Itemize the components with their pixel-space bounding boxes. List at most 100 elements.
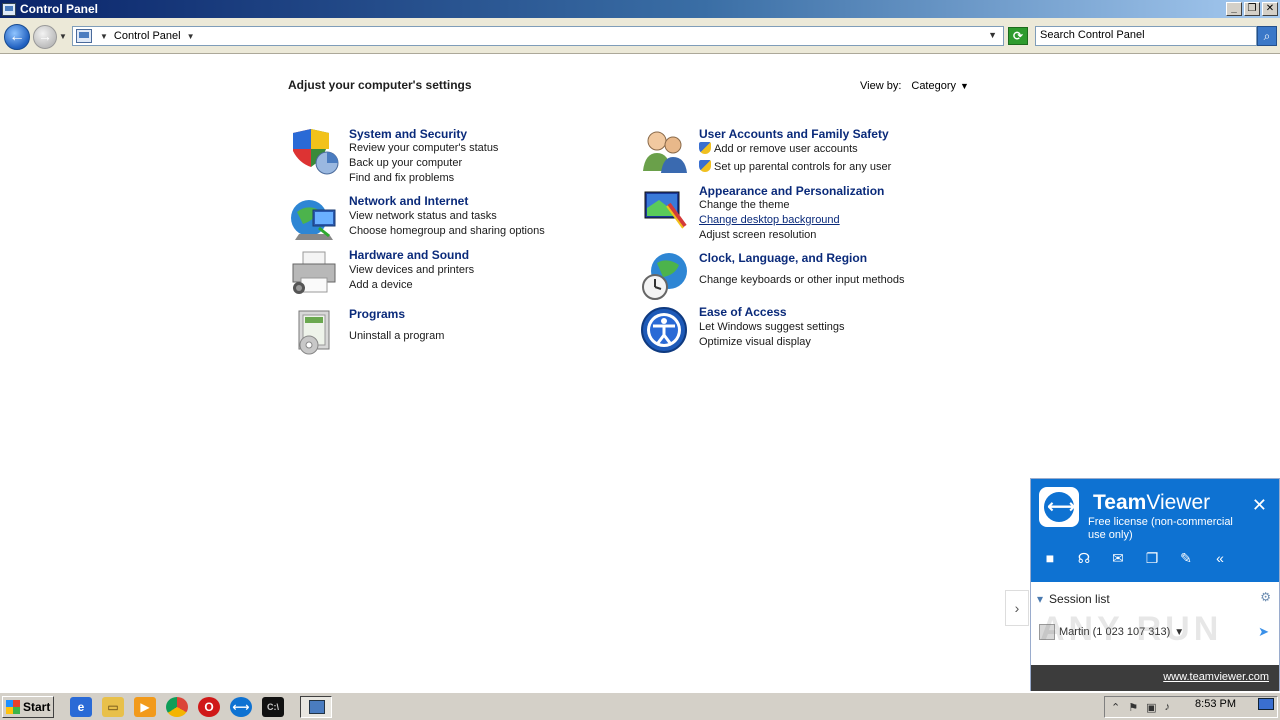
category-link[interactable]: Optimize visual display [699,336,811,348]
teamviewer-toolbar: ■ ☊ ✉ ❐ ✎ « [1041,549,1229,567]
teamviewer-icon[interactable]: ⟷ [230,697,252,717]
view-by-label: View by: [860,80,902,92]
chevron-down-icon: ▼ [960,81,969,91]
category-title[interactable]: Network and Internet [349,194,468,208]
globe-network-icon[interactable] [289,194,339,244]
search-input[interactable]: Search Control Panel [1035,26,1257,46]
clock[interactable]: 8:53 PM [1195,698,1236,710]
gear-icon[interactable]: ⚙ [1260,590,1271,604]
category-link[interactable]: Adjust screen resolution [699,229,816,241]
teamviewer-footer: www.teamviewer.com [1031,665,1279,691]
system-tray: ⌃ ⚑ ▣ ♪ [1104,696,1278,718]
category-title[interactable]: User Accounts and Family Safety [699,127,889,141]
category-appearance: Appearance and Personalization Change th… [639,184,959,241]
teamviewer-link[interactable]: www.teamviewer.com [1163,671,1269,683]
chevron-down-icon[interactable]: ▼ [100,32,108,41]
recent-pages-dropdown[interactable]: ▼ [59,32,67,41]
category-link[interactable]: View devices and printers [349,264,474,276]
ease-of-access-icon[interactable] [639,305,689,355]
view-by: View by: Category ▼ [860,80,969,92]
windows-flag-icon [6,700,20,714]
breadcrumb-control-panel[interactable]: Control Panel [114,30,181,42]
printer-icon[interactable] [289,248,339,298]
teamviewer-header: TeamViewer ✕ Free license (non-commercia… [1031,479,1279,582]
address-toolbar: ← → ▼ ▼ Control Panel ▼ ▼ ⟳ Search Contr… [0,18,1280,54]
back-button[interactable]: ← [4,24,30,50]
quick-launch: e ▭ ▶ O ⟷ C:\ [70,697,284,717]
chevron-right-icon[interactable]: › [1005,590,1029,626]
teamviewer-logo-icon [1039,487,1079,527]
category-title[interactable]: Programs [349,307,405,321]
category-system-security: System and Security Review your computer… [289,127,589,187]
window-controls: _ ❐ ✕ [1226,2,1278,16]
category-hardware-sound: Hardware and Sound View devices and prin… [289,248,589,298]
category-link-hovered[interactable]: Change desktop background [699,214,840,226]
category-link[interactable]: Review your computer's status [349,142,498,154]
network-icon[interactable]: ▣ [1146,701,1156,714]
category-title[interactable]: Ease of Access [699,305,787,319]
category-title[interactable]: Appearance and Personalization [699,184,884,198]
programs-icon[interactable] [289,307,339,357]
category-link[interactable]: Back up your computer [349,157,462,169]
chevron-down-icon[interactable]: ▼ [187,32,195,41]
category-link[interactable]: Set up parental controls for any user [699,160,891,173]
category-link[interactable]: View network status and tasks [349,210,497,222]
address-history-dropdown[interactable]: ▼ [988,30,997,40]
collapse-icon[interactable]: « [1211,549,1229,567]
window-title: Control Panel [20,2,99,16]
refresh-button[interactable]: ⟳ [1008,27,1028,45]
close-button[interactable]: ✕ [1262,2,1278,16]
view-by-value: Category [911,80,957,92]
whiteboard-icon[interactable]: ✎ [1177,549,1195,567]
teamviewer-brand: TeamViewer [1093,491,1210,515]
taskbar-item-control-panel[interactable] [300,696,332,718]
chevron-up-icon[interactable]: ⌃ [1111,701,1120,714]
teamviewer-panel: TeamViewer ✕ Free license (non-commercia… [1030,478,1280,691]
search-icon[interactable]: ⌕ [1257,26,1277,46]
session-list-label[interactable]: Session list [1037,592,1110,606]
chat-icon[interactable]: ✉ [1109,549,1127,567]
start-button[interactable]: Start [2,696,54,718]
category-link[interactable]: Change the theme [699,199,790,211]
folder-icon[interactable]: ▭ [102,697,124,717]
category-user-accounts: User Accounts and Family Safety Add or r… [639,127,959,177]
category-link[interactable]: Add a device [349,279,413,291]
category-link[interactable]: Choose homegroup and sharing options [349,225,545,237]
category-link[interactable]: Find and fix problems [349,172,454,184]
clock-globe-icon[interactable] [639,251,689,301]
address-bar[interactable]: ▼ Control Panel ▼ ▼ [72,26,1004,46]
category-title[interactable]: System and Security [349,127,467,141]
forward-button[interactable]: → [33,25,57,49]
control-panel-icon [76,29,92,43]
brand-part: Team [1093,491,1147,514]
opera-icon[interactable]: O [198,697,220,717]
category-title[interactable]: Clock, Language, and Region [699,251,867,265]
video-icon[interactable]: ■ [1041,549,1059,567]
close-icon[interactable]: ✕ [1252,495,1267,516]
media-player-icon[interactable]: ▶ [134,697,156,717]
chrome-icon[interactable] [166,697,188,717]
category-link[interactable]: Let Windows suggest settings [699,321,845,333]
category-link[interactable]: Uninstall a program [349,330,444,342]
maximize-button[interactable]: ❐ [1244,2,1260,16]
minimize-button[interactable]: _ [1226,2,1242,16]
cursor-icon[interactable]: ➤ [1258,624,1269,640]
category-programs: Programs Uninstall a program [289,307,589,357]
category-ease-of-access: Ease of Access Let Windows suggest setti… [639,305,959,355]
files-icon[interactable]: ❐ [1143,549,1161,567]
volume-icon[interactable]: ♪ [1165,701,1171,713]
flag-icon[interactable]: ⚑ [1128,701,1138,714]
category-link[interactable]: Add or remove user accounts [699,142,858,155]
users-icon[interactable] [639,127,689,177]
view-by-dropdown[interactable]: Category ▼ [911,80,969,92]
category-title[interactable]: Hardware and Sound [349,248,469,262]
category-link[interactable]: Change keyboards or other input methods [699,274,904,286]
show-desktop-icon[interactable] [1258,698,1274,710]
monitor-paint-icon[interactable] [639,184,689,234]
headset-icon[interactable]: ☊ [1075,549,1093,567]
shield-icon[interactable] [289,127,339,177]
cmd-icon[interactable]: C:\ [262,697,284,717]
brand-part: Viewer [1146,491,1211,514]
internet-explorer-icon[interactable]: e [70,697,92,717]
watermark: ANY RUN [1040,610,1223,648]
